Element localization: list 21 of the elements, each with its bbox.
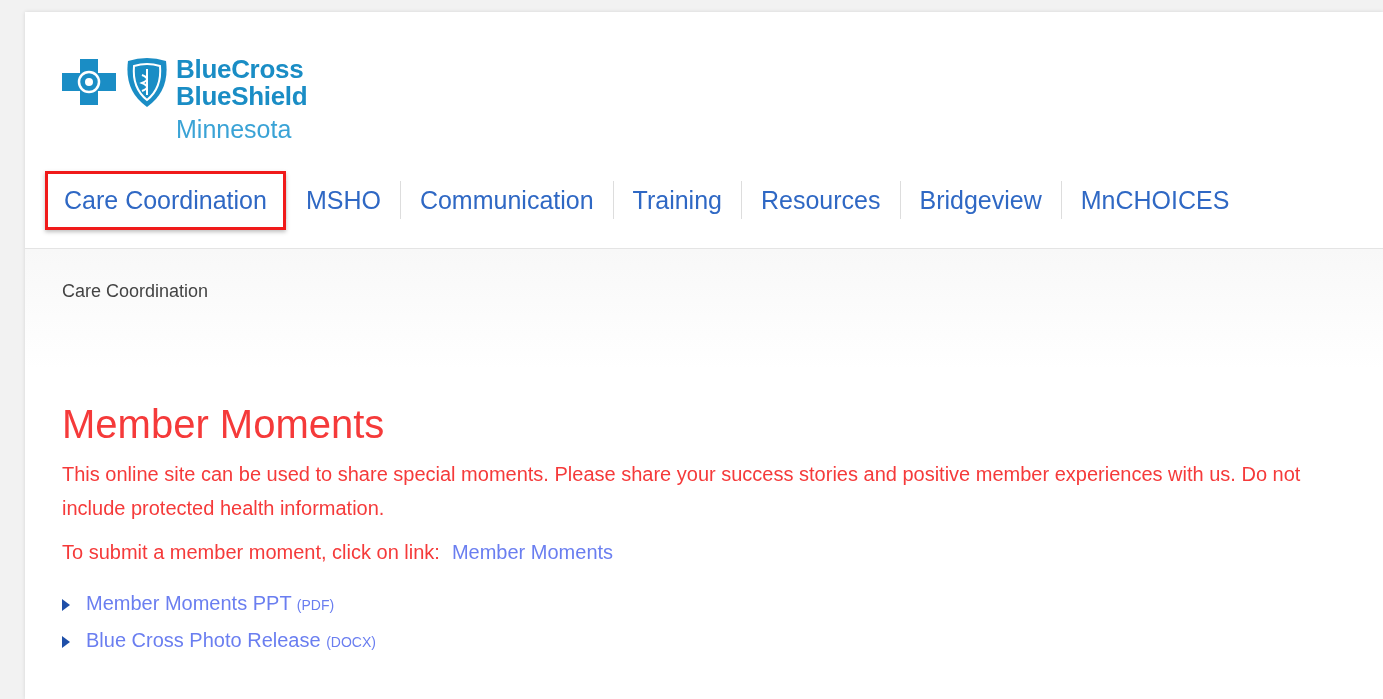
nav-tab[interactable]: MnCHOICES xyxy=(1061,170,1249,230)
bullet-icon xyxy=(62,635,70,648)
nav-tab[interactable]: Care Coordination xyxy=(45,170,286,230)
nav-tab[interactable]: Bridgeview xyxy=(900,170,1061,230)
nav-tab[interactable]: Training xyxy=(613,170,741,230)
intro-text: This online site can be used to share special moments. Please share your success stories and positive member experiences with us. Do not include protected health information. xyxy=(62,462,1302,521)
shield-icon xyxy=(124,57,170,109)
nav-tab[interactable]: Resources xyxy=(742,170,900,230)
logo-wordmark: BlueShield xyxy=(176,83,308,110)
logo-region: Minnesota xyxy=(176,114,293,144)
nav-tab[interactable]: Communication xyxy=(400,170,613,230)
nav-tab[interactable]: MSHO xyxy=(286,170,400,230)
logo-wordmark: BlueCross xyxy=(176,56,305,83)
document-link[interactable]: Blue Cross Photo Release (DOCX) xyxy=(86,623,376,660)
cross-icon xyxy=(62,57,118,105)
submit-text: To submit a member moment, click on link: xyxy=(62,541,440,564)
member-moments-link[interactable]: Member Moments xyxy=(451,541,614,564)
page-title: Member Moments xyxy=(62,402,386,447)
document-link[interactable]: Member Moments PPT (PDF) xyxy=(86,586,335,623)
bullet-icon xyxy=(62,598,70,611)
breadcrumb: Care Coordination xyxy=(62,281,209,302)
